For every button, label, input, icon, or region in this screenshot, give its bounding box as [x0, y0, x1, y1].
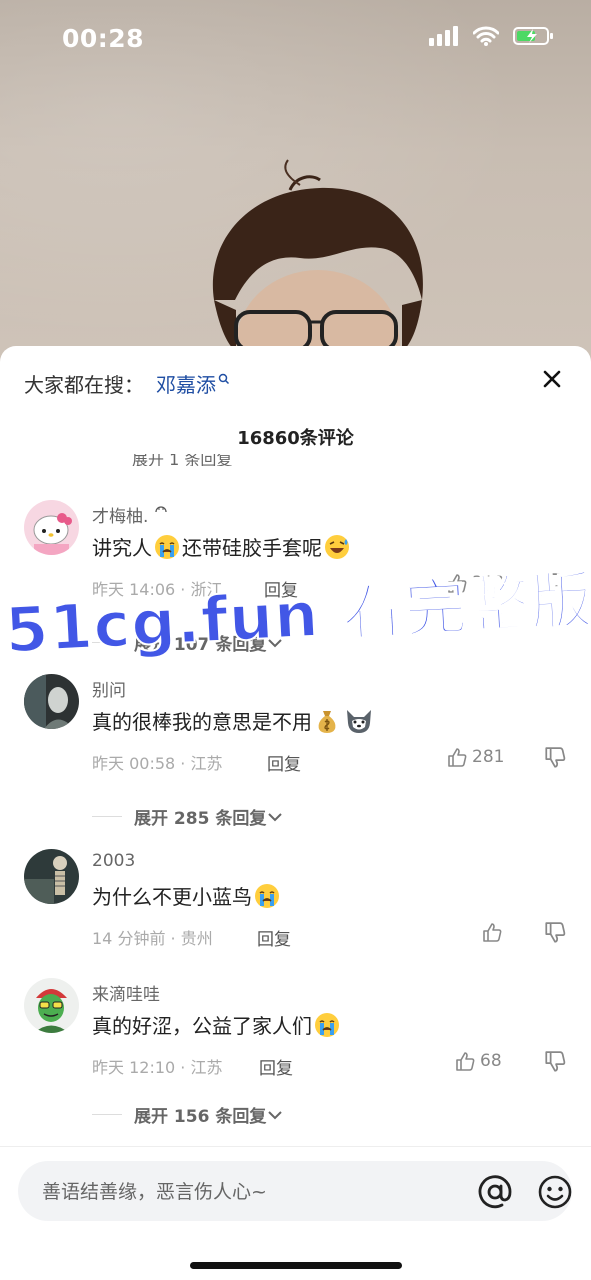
thumbs-up-icon [483, 923, 502, 942]
like-button[interactable]: 310 [446, 572, 504, 594]
like-count: 310 [472, 573, 505, 593]
thumbs-up-icon [448, 748, 467, 767]
like-button[interactable]: 281 [446, 746, 504, 768]
reply-button[interactable]: 回复 [264, 576, 298, 601]
comment-input-bar [0, 1146, 591, 1280]
cellular-signal-icon [429, 26, 458, 46]
clipped-expand-replies[interactable]: 展开 1 条回复 [132, 454, 252, 466]
divider [92, 816, 122, 817]
username[interactable]: 来滴哇哇 [92, 980, 160, 1005]
comment-time-location: 昨天 12:10 · 江苏 [92, 1058, 223, 1077]
username[interactable]: 2003 [92, 851, 135, 871]
thumbs-down-icon[interactable] [543, 572, 567, 596]
chevron-down-icon [268, 1110, 283, 1119]
avatar[interactable] [24, 849, 79, 904]
reply-button[interactable]: 回复 [267, 750, 301, 775]
divider [92, 1114, 122, 1115]
reply-button[interactable]: 回复 [257, 925, 291, 950]
like-button[interactable] [481, 921, 503, 943]
crying-emoji-icon [255, 883, 279, 908]
dark-avatar-image [24, 674, 79, 729]
avatar[interactable] [24, 674, 79, 729]
mention-at-icon[interactable] [476, 1173, 514, 1211]
comment-sheet: 大家都在搜： 邓嘉添 16860条评论 展开 1 条回复 才梅柚. 讲究人 还带… [0, 346, 591, 1280]
crying-emoji-icon [315, 1012, 339, 1037]
comment-time-location: 昨天 14:06 · 浙江 [92, 580, 223, 599]
battery-charging-icon [513, 27, 553, 45]
hello-kitty-avatar-image [24, 500, 79, 555]
crying-emoji-icon [155, 534, 179, 559]
clipped-expand-label: 展开 1 条回复 [132, 454, 233, 466]
comment-count-title: 16860条评论 [237, 428, 354, 449]
comment-input[interactable] [40, 1161, 464, 1223]
wifi-icon [473, 26, 499, 46]
expand-replies-button[interactable]: 展开 156 条回复 [92, 1102, 284, 1127]
comment-text: 真的好涩，公益了家人们 [92, 1010, 342, 1039]
comment-time-location: 昨天 00:58 · 江苏 [92, 754, 223, 773]
divider [92, 642, 122, 643]
home-indicator[interactable] [190, 1262, 402, 1269]
close-icon[interactable] [537, 364, 567, 394]
skeleton-avatar-image [24, 849, 79, 904]
chevron-down-icon [268, 812, 283, 821]
comment-input-pill[interactable] [18, 1161, 574, 1223]
thumbs-down-icon[interactable] [543, 921, 567, 945]
search-suggestion[interactable]: 大家都在搜： 邓嘉添 [24, 368, 230, 398]
laugh-sweat-emoji-icon [325, 534, 349, 559]
thumbs-down-icon[interactable] [543, 746, 567, 770]
expand-replies-button[interactable]: 展开 285 条回复 [92, 804, 284, 829]
search-icon [218, 373, 230, 385]
green-character-avatar-image [24, 978, 79, 1033]
crying-sticker-icon [155, 506, 167, 513]
like-count: 281 [472, 747, 505, 767]
like-count: 68 [480, 1051, 502, 1071]
thumbs-down-icon[interactable] [543, 1050, 567, 1074]
comment-text: 为什么不更小蓝鸟 [92, 881, 282, 910]
avatar[interactable] [24, 500, 79, 555]
username[interactable]: 别问 [92, 676, 126, 701]
comment-time-location: 14 分钟前 · 贵州 [92, 929, 213, 948]
money-bag-emoji-icon [318, 710, 336, 733]
comment-text: 讲究人 还带硅胶手套呢 [92, 532, 352, 561]
avatar[interactable] [24, 978, 79, 1033]
husky-dog-emoji-icon [347, 709, 371, 733]
expand-replies-label: 展开 285 条回复 [134, 809, 267, 829]
search-prefix: 大家都在搜： [24, 372, 144, 397]
expand-replies-label: 展开 156 条回复 [134, 1107, 267, 1127]
expand-replies-label: 展开 107 条回复 [134, 635, 267, 655]
comment-text: 真的很棒我的意思是不用 [92, 706, 376, 735]
thumbs-up-icon [448, 574, 467, 593]
emoji-smile-icon[interactable] [536, 1173, 574, 1211]
username[interactable]: 才梅柚. [92, 502, 168, 527]
like-button[interactable]: 68 [454, 1050, 502, 1072]
thumbs-up-icon [456, 1052, 475, 1071]
expand-replies-button[interactable]: 展开 107 条回复 [92, 630, 284, 655]
search-term-link[interactable]: 邓嘉添 [156, 369, 216, 398]
status-bar: 00:28 [0, 0, 591, 80]
status-time: 00:28 [62, 24, 145, 53]
status-icons [429, 26, 555, 46]
reply-button[interactable]: 回复 [259, 1054, 293, 1079]
chevron-down-icon [268, 638, 283, 647]
